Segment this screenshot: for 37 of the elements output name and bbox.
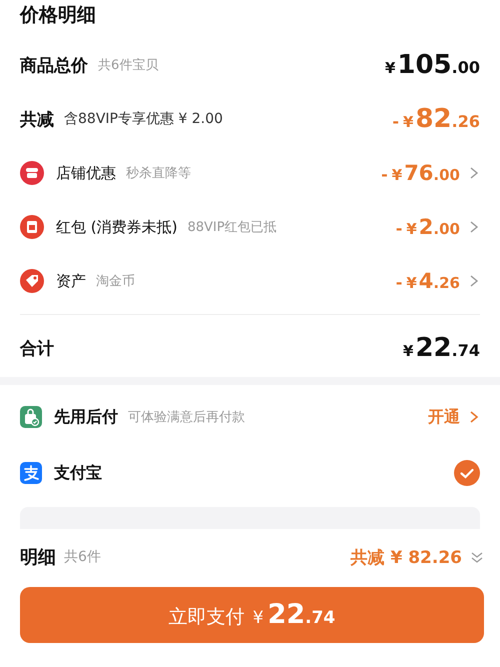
- price-amount: - ¥4.26: [396, 269, 460, 293]
- row-note: 秒杀直降等: [126, 165, 191, 182]
- row-label: 红包 (消费券未抵): [56, 218, 178, 236]
- price-amount: ¥105.00: [384, 50, 480, 80]
- chevron-right-icon: [468, 274, 480, 288]
- row-label: 资产: [56, 272, 86, 290]
- tag-icon: [20, 269, 44, 293]
- item-count: 共6件: [64, 548, 101, 566]
- store-icon: [20, 161, 44, 185]
- price-amount: - ¥82.26: [392, 104, 480, 134]
- expand-icon[interactable]: [470, 550, 484, 564]
- payment-label: 支付宝: [54, 462, 102, 484]
- detail-label: 明细: [20, 546, 56, 569]
- price-amount: ¥22.74: [403, 333, 480, 363]
- row-label: 商品总价: [20, 54, 88, 76]
- row-note: 88VIP红包已抵: [187, 219, 277, 236]
- row-note: 含88VIP专享优惠 ¥ 2.00: [64, 110, 223, 128]
- price-amount: - ¥76.00: [381, 161, 460, 185]
- row-label: 店铺优惠: [56, 164, 116, 182]
- row-note: 共6件宝贝: [98, 57, 158, 74]
- envelope-icon: [20, 215, 44, 239]
- pay-now-button[interactable]: 立即支付 ¥22.74: [20, 587, 484, 643]
- price-amount: - ¥2.00: [396, 215, 460, 239]
- shopping-bag-icon: [20, 406, 42, 428]
- row-label: 共减: [20, 108, 54, 130]
- payment-note: 可体验满意后再付款: [128, 409, 245, 426]
- section-title: 价格明细: [20, 3, 96, 28]
- chevron-right-icon: [468, 410, 480, 424]
- row-note: 淘金币: [96, 273, 135, 290]
- total-saving[interactable]: 共减 ¥ 82.26: [350, 546, 462, 568]
- activate-link[interactable]: 开通: [428, 406, 460, 428]
- payment-label: 先用后付: [54, 406, 118, 428]
- check-radio[interactable]: [454, 460, 480, 486]
- chevron-right-icon: [468, 166, 480, 180]
- alipay-icon: [20, 462, 42, 484]
- total-label: 合计: [20, 338, 54, 360]
- chevron-right-icon: [468, 220, 480, 234]
